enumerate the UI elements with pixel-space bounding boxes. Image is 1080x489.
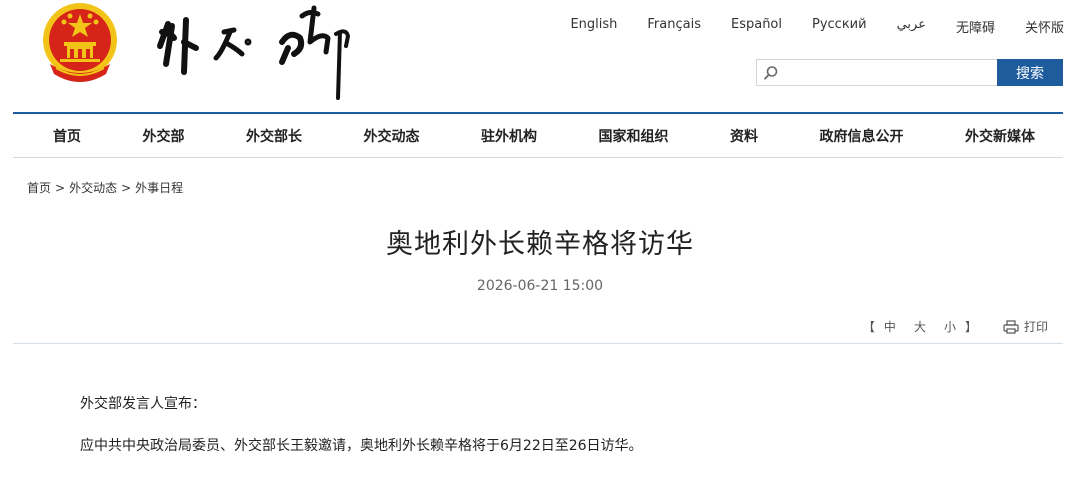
nav-item-countries[interactable]: 国家和组织 [599, 126, 669, 146]
article-tools: 【 中 大 小 】 打印 [863, 318, 1048, 335]
search-input[interactable] [757, 60, 997, 85]
font-size-small-link[interactable]: 小 [944, 318, 956, 335]
nav-item-minister[interactable]: 外交部长 [246, 126, 302, 146]
search-bar: 搜索 [756, 59, 1063, 86]
search-box [756, 59, 997, 86]
lang-french-link[interactable]: Français [647, 17, 701, 36]
nav-item-missions[interactable]: 驻外机构 [481, 126, 537, 146]
nav-item-gov-info[interactable]: 政府信息公开 [820, 126, 904, 146]
breadcrumb-separator: > [55, 181, 66, 195]
article-content: 外交部发言人宣布： 应中共中央政治局委员、外交部长王毅邀请，奥地利外长赖辛格将于… [80, 393, 1000, 477]
print-button[interactable]: 打印 [1003, 318, 1048, 335]
lang-russian-link[interactable]: Русский [812, 17, 867, 36]
search-icon [764, 66, 778, 80]
nav-item-home[interactable]: 首页 [53, 126, 81, 146]
care-version-link[interactable]: 关怀版 [1025, 17, 1064, 36]
article-title: 奥地利外长赖辛格将访华 [386, 229, 694, 260]
bracket-close: 】 [964, 320, 977, 334]
bracket-open: 【 [862, 320, 875, 334]
breadcrumb-schedule[interactable]: 外事日程 [135, 181, 183, 195]
nav-item-new-media[interactable]: 外交新媒体 [965, 126, 1035, 146]
font-size-medium-link[interactable]: 中 [884, 318, 896, 335]
nav-item-news[interactable]: 外交动态 [364, 126, 420, 146]
national-emblem-icon [40, 2, 120, 90]
nav-item-ministry[interactable]: 外交部 [143, 126, 185, 146]
ministry-calligraphy-logo[interactable] [150, 2, 360, 102]
content-divider [13, 343, 1063, 344]
breadcrumb-news[interactable]: 外交动态 [69, 181, 117, 195]
breadcrumb-home[interactable]: 首页 [27, 181, 51, 195]
breadcrumb: 首页 > 外交动态 > 外事日程 [27, 179, 183, 196]
search-button[interactable]: 搜索 [997, 59, 1063, 86]
breadcrumb-separator: > [121, 181, 132, 195]
article-paragraph: 应中共中央政治局委员、外交部长王毅邀请，奥地利外长赖辛格将于6月22日至26日访… [80, 438, 643, 454]
article-paragraph: 外交部发言人宣布： [80, 396, 206, 412]
lang-arabic-link[interactable]: عربي [897, 17, 926, 36]
main-nav: 首页 外交部 外交部长 外交动态 驻外机构 国家和组织 资料 政府信息公开 外交… [13, 112, 1063, 158]
font-size-large-link[interactable]: 大 [914, 318, 926, 335]
print-label: 打印 [1023, 320, 1048, 334]
language-bar: English Français Español Русский عربي 无障… [570, 17, 1064, 36]
nav-item-resources[interactable]: 资料 [730, 126, 758, 146]
accessibility-link[interactable]: 无障碍 [956, 17, 995, 36]
lang-english-link[interactable]: English [570, 17, 617, 36]
lang-spanish-link[interactable]: Español [731, 17, 782, 36]
article-datetime: 2026-06-21 15:00 [476, 278, 604, 294]
printer-icon [1003, 319, 1019, 334]
font-size-switcher: 【 中 大 小 】 [863, 318, 977, 335]
